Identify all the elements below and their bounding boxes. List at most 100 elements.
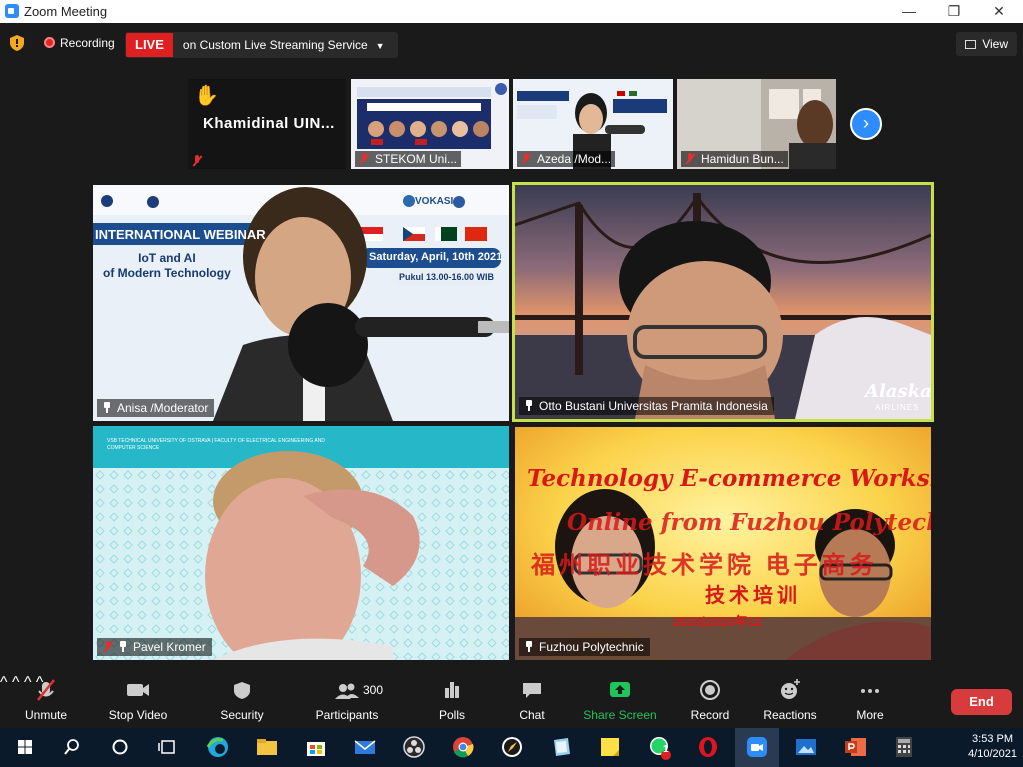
mic-muted-icon (359, 153, 369, 165)
participants-label: Participants (315, 708, 379, 722)
clock-date: 4/10/2021 (968, 748, 1017, 760)
stop-video-button[interactable]: Stop Video (106, 674, 170, 728)
slide-subtitle: IoT and AI of Modern Technology (103, 251, 231, 280)
participant-name-tag: STEKOM Uni... (355, 151, 462, 167)
sticky-notes-icon[interactable] (597, 734, 623, 760)
video-tile-otto-active-speaker[interactable]: Alaska AIRLINES Otto Bustani Universitas… (512, 182, 934, 422)
view-button[interactable]: View (956, 32, 1017, 56)
microsoft-store-icon[interactable] (303, 734, 329, 760)
banner-date: 2020|2020年12 (673, 614, 762, 629)
cortana-icon[interactable] (107, 734, 133, 760)
participant-name-tag: Hamidun Bun... (681, 151, 788, 167)
vokasi-logo-text: VOKASI (415, 196, 454, 207)
notepad-app-icon[interactable] (548, 734, 574, 760)
strip-thumb-azeda[interactable]: Azeda /Mod... (513, 79, 673, 169)
strip-thumb-khamidinal[interactable]: ✋ Khamidinal UIN... (188, 79, 346, 169)
end-meeting-button[interactable]: End (951, 689, 1012, 715)
airlines-watermark: AIRLINES (875, 403, 920, 412)
security-shield-icon (234, 682, 250, 699)
strip-thumb-hamidun[interactable]: Hamidun Bun... (677, 79, 836, 169)
polls-bar-chart-icon (445, 682, 459, 698)
next-page-button[interactable]: › (850, 108, 882, 140)
reactions-button[interactable]: Reactions (762, 674, 818, 728)
participant-name-tag: Anisa /Moderator (97, 399, 215, 417)
task-view-icon[interactable] (155, 734, 181, 760)
unmute-label: Unmute (24, 708, 68, 722)
windows-taskbar: 1 3:53 PM 4/10/2021 (0, 728, 1023, 767)
compass-app-icon[interactable] (499, 734, 525, 760)
video-tile-anisa[interactable]: INTERNATIONAL WEBINAR IoT and AI of Mode… (93, 185, 509, 421)
mic-muted-icon (192, 155, 202, 167)
alaska-watermark: Alaska (865, 381, 932, 402)
record-button[interactable]: Record (688, 674, 732, 728)
participant-name: Hamidun Bun... (701, 152, 784, 166)
mail-icon[interactable] (352, 734, 378, 760)
unmute-button[interactable]: Unmute (18, 674, 74, 728)
zoom-app-taskbar-icon (747, 737, 767, 757)
security-label: Security (220, 708, 264, 722)
taskbar-clock[interactable]: 3:53 PM 4/10/2021 (968, 732, 1017, 762)
more-ellipsis-icon (861, 689, 879, 693)
encryption-shield-icon[interactable] (10, 35, 24, 51)
file-explorer-icon[interactable] (254, 734, 280, 760)
participant-name: Anisa /Moderator (117, 401, 209, 415)
calculator-icon[interactable] (891, 734, 917, 760)
recording-indicator[interactable]: Recording (44, 36, 115, 50)
zoom-app-icon (5, 4, 19, 18)
participant-name-tag: Pavel Kromer (97, 638, 212, 656)
live-stream-control[interactable]: LIVE on Custom Live Streaming Service ▼ (125, 32, 398, 58)
banner-line-2: Online from Fuzhou Polytechnic (567, 509, 931, 536)
emoji-reactions-icon (781, 679, 800, 699)
obs-studio-icon[interactable] (401, 734, 427, 760)
strip-thumb-stekom[interactable]: STEKOM Uni... (351, 79, 509, 169)
participants-icon (335, 683, 359, 699)
view-label: View (982, 37, 1008, 51)
chevron-right-icon: › (863, 113, 869, 133)
video-tile-fuzhou[interactable]: Technology E-commerce Workshop Online fr… (515, 427, 931, 660)
video-tile-pavel[interactable]: VSB TECHNICAL UNIVERSITY OF OSTRAVA | FA… (93, 426, 509, 660)
pin-icon (525, 641, 533, 652)
anisa-video-image (93, 185, 509, 421)
microphone-muted-icon (37, 679, 55, 701)
more-label: More (856, 708, 884, 722)
restore-button[interactable]: ❐ (931, 0, 977, 23)
stop-video-label: Stop Video (108, 708, 168, 722)
edge-browser-icon[interactable] (205, 734, 231, 760)
participant-name: Fuzhou Polytechnic (539, 640, 644, 654)
reactions-label: Reactions (763, 708, 817, 722)
pavel-video-image (93, 426, 509, 660)
participant-name-tag: Fuzhou Polytechnic (519, 638, 650, 656)
zoom-taskbar-active[interactable] (735, 728, 779, 767)
chat-button[interactable]: Chat (512, 674, 552, 728)
share-screen-button[interactable]: Share Screen (582, 674, 658, 728)
close-button[interactable]: ✕ (976, 0, 1022, 23)
polls-label: Polls (438, 708, 465, 722)
slide-time: Pukul 13.00-16.00 WIB (399, 272, 495, 282)
search-icon[interactable] (59, 734, 85, 760)
grid-view-icon (965, 40, 977, 49)
live-service-dropdown[interactable]: on Custom Live Streaming Service ▼ (172, 33, 397, 57)
mic-muted-icon (685, 153, 695, 165)
banner-chinese: 福州职业技术学院 电子商务 (531, 552, 878, 579)
live-badge: LIVE (126, 33, 173, 57)
security-button[interactable]: Security (215, 674, 269, 728)
participants-count: 300 (363, 683, 384, 697)
polls-button[interactable]: Polls (432, 674, 472, 728)
live-service-label: on Custom Live Streaming Service (182, 38, 368, 52)
photos-app-icon[interactable] (793, 734, 819, 760)
mic-muted-icon (103, 641, 113, 653)
participants-button[interactable]: 300 Participants (312, 674, 384, 728)
chat-bubble-icon (523, 683, 541, 698)
participant-name: Pavel Kromer (133, 640, 206, 654)
participant-name: Otto Bustani Universitas Pramita Indones… (539, 399, 768, 413)
meeting-toolbar: Unmute ^ Stop Video ^ Security 300 Parti… (0, 674, 1023, 728)
opera-browser-icon[interactable] (695, 734, 721, 760)
minimize-button[interactable]: — (886, 0, 932, 23)
powerpoint-icon[interactable] (842, 734, 868, 760)
more-button[interactable]: More (850, 674, 890, 728)
caret-down-icon: ▼ (375, 41, 385, 51)
windows-start-icon[interactable] (12, 734, 38, 760)
audio-options-caret-icon[interactable]: ^ (0, 674, 8, 691)
chrome-browser-icon[interactable] (450, 734, 476, 760)
pin-icon (103, 402, 111, 413)
